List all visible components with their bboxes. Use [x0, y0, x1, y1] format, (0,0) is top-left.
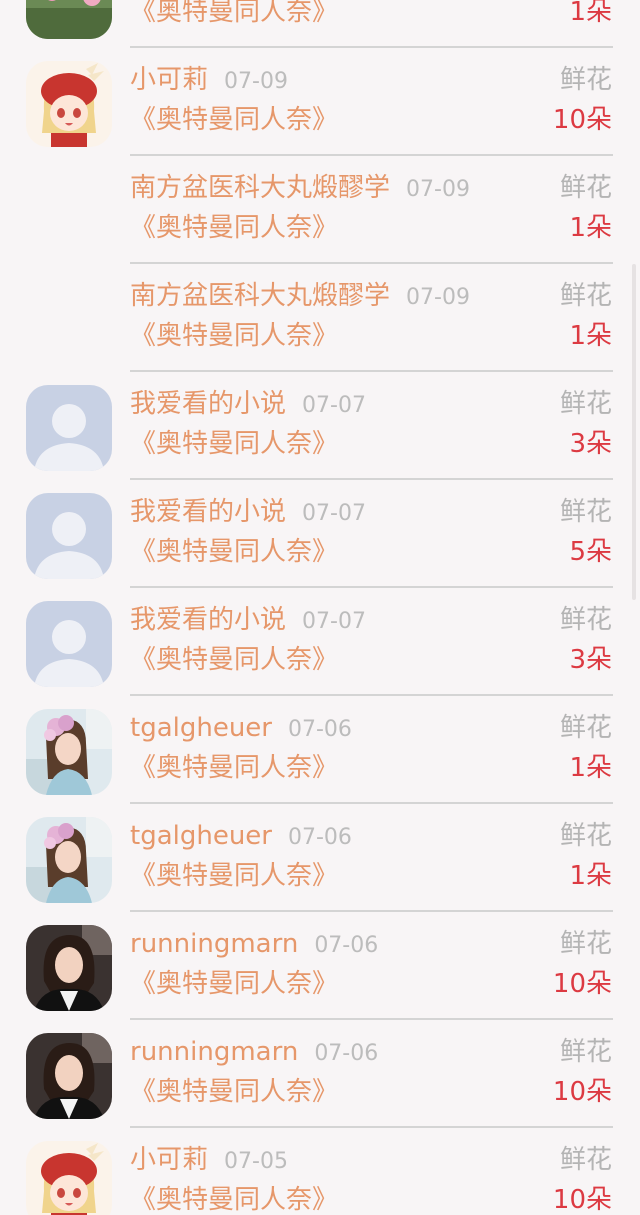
list-item[interactable]: 小可莉 07-05 鲜花《奥特曼同人奈》 10朵	[0, 1128, 640, 1215]
user-name[interactable]: 我爱看的小说 07-07	[130, 603, 366, 639]
gift-quantity: 3朵	[569, 645, 612, 675]
user-name-text[interactable]: 小可莉	[130, 65, 208, 95]
gift-quantity: 10朵	[552, 105, 612, 135]
user-name[interactable]: tgalgheuer 07-06	[130, 819, 352, 855]
user-name-text[interactable]: tgalgheuer	[130, 713, 272, 743]
list-item[interactable]: 南方盆医科大丸煅醪学 07-09 鲜花《奥特曼同人奈》 1朵	[0, 156, 640, 264]
book-title[interactable]: 《奥特曼同人奈》	[130, 211, 338, 245]
list-item[interactable]: 南方盆医科大丸煅醪学 07-09 鲜花《奥特曼同人奈》 1朵	[0, 264, 640, 372]
user-name[interactable]: runningmarn 07-06	[130, 1035, 378, 1071]
gift-date: 07-07	[302, 501, 366, 526]
user-name[interactable]: 小可莉 07-05	[130, 1143, 288, 1179]
user-name-text[interactable]: runningmarn	[130, 1037, 298, 1067]
gift-date: 07-09	[406, 285, 470, 310]
book-title[interactable]: 《奥特曼同人奈》	[130, 0, 338, 29]
gift-date: 07-06	[288, 717, 352, 742]
user-name-text[interactable]: runningmarn	[130, 929, 298, 959]
gift-type: 鲜花	[559, 929, 612, 959]
list-item[interactable]: tgalgheuer 07-06 鲜花《奥特曼同人奈》 1朵	[0, 696, 640, 804]
gift-quantity: 10朵	[552, 1077, 612, 1107]
book-title[interactable]: 《奥特曼同人奈》	[130, 535, 338, 569]
user-name[interactable]: 我爱看的小说 07-07	[130, 495, 366, 531]
avatar[interactable]	[26, 709, 112, 795]
gift-type: 鲜花	[559, 1037, 612, 1067]
book-title[interactable]: 《奥特曼同人奈》	[130, 1075, 338, 1109]
gift-quantity: 10朵	[552, 1185, 612, 1215]
avatar[interactable]	[26, 1033, 112, 1119]
gift-quantity: 5朵	[569, 537, 612, 567]
list-item[interactable]: 我爱看的小说 07-07 鲜花《奥特曼同人奈》 3朵	[0, 588, 640, 696]
gift-type: 鲜花	[559, 173, 612, 203]
user-name-text[interactable]: 南方盆医科大丸煅醪学	[130, 173, 390, 203]
gift-quantity: 1朵	[569, 213, 612, 243]
user-name-text[interactable]: 我爱看的小说	[130, 389, 286, 419]
list-item[interactable]: 《奥特曼同人奈》 1朵	[0, 0, 640, 48]
gift-date: 07-05	[224, 1149, 288, 1174]
user-name[interactable]: 南方盆医科大丸煅醪学 07-09	[130, 279, 470, 315]
gift-quantity: 1朵	[569, 0, 612, 27]
gift-date: 07-07	[302, 393, 366, 418]
list-item[interactable]: tgalgheuer 07-06 鲜花《奥特曼同人奈》 1朵	[0, 804, 640, 912]
gift-date: 07-06	[314, 1041, 379, 1066]
gift-date: 07-06	[288, 825, 352, 850]
gift-type: 鲜花	[559, 713, 612, 743]
list-item[interactable]: runningmarn 07-06 鲜花《奥特曼同人奈》 10朵	[0, 1020, 640, 1128]
gift-date: 07-09	[224, 69, 288, 94]
gift-type: 鲜花	[559, 65, 612, 95]
list-item[interactable]: 我爱看的小说 07-07 鲜花《奥特曼同人奈》 5朵	[0, 480, 640, 588]
book-title[interactable]: 《奥特曼同人奈》	[130, 859, 338, 893]
gift-type: 鲜花	[559, 389, 612, 419]
book-title[interactable]: 《奥特曼同人奈》	[130, 427, 338, 461]
user-name-text[interactable]: tgalgheuer	[130, 821, 272, 851]
list-item[interactable]: 小可莉 07-09 鲜花《奥特曼同人奈》 10朵	[0, 48, 640, 156]
avatar[interactable]	[26, 817, 112, 903]
book-title[interactable]: 《奥特曼同人奈》	[130, 103, 338, 137]
user-name[interactable]: 南方盆医科大丸煅醪学 07-09	[130, 171, 470, 207]
gift-quantity: 1朵	[569, 753, 612, 783]
gift-record-list[interactable]: 《奥特曼同人奈》 1朵 小可莉 07-09 鲜花 《奥特曼同人奈》 10朵 南方盆医科大丸煅醪…	[0, 0, 640, 1215]
gift-type: 鲜花	[559, 497, 612, 527]
scrollbar[interactable]	[632, 264, 636, 600]
gift-date: 07-09	[406, 177, 470, 202]
gift-quantity: 1朵	[569, 321, 612, 351]
user-name-text[interactable]: 我爱看的小说	[130, 497, 286, 527]
gift-type: 鲜花	[559, 281, 612, 311]
avatar[interactable]	[26, 601, 112, 687]
list-item[interactable]: 我爱看的小说 07-07 鲜花《奥特曼同人奈》 3朵	[0, 372, 640, 480]
user-name[interactable]: 小可莉 07-09	[130, 63, 288, 99]
user-name-text[interactable]: 南方盆医科大丸煅醪学	[130, 281, 390, 311]
gift-type: 鲜花	[559, 1145, 612, 1175]
avatar[interactable]	[26, 1141, 112, 1215]
book-title[interactable]: 《奥特曼同人奈》	[130, 1183, 338, 1215]
avatar[interactable]	[26, 0, 112, 39]
gift-date: 07-07	[302, 609, 366, 634]
avatar[interactable]	[26, 61, 112, 147]
avatar[interactable]	[26, 493, 112, 579]
user-name[interactable]: runningmarn 07-06	[130, 927, 378, 963]
book-title[interactable]: 《奥特曼同人奈》	[130, 967, 338, 1001]
user-name[interactable]: 我爱看的小说 07-07	[130, 387, 366, 423]
book-title[interactable]: 《奥特曼同人奈》	[130, 643, 338, 677]
gift-quantity: 3朵	[569, 429, 612, 459]
gift-quantity: 1朵	[569, 861, 612, 891]
list-item[interactable]: runningmarn 07-06 鲜花《奥特曼同人奈》 10朵	[0, 912, 640, 1020]
gift-type: 鲜花	[559, 821, 612, 851]
book-title[interactable]: 《奥特曼同人奈》	[130, 319, 338, 353]
user-name[interactable]: tgalgheuer 07-06	[130, 711, 352, 747]
flower-gift-list-screen: 《奥特曼同人奈》 1朵 小可莉 07-09 鲜花 《奥特曼同人奈》 10朵 南方盆医科大丸煅醪…	[0, 0, 640, 1215]
book-title[interactable]: 《奥特曼同人奈》	[130, 751, 338, 785]
avatar[interactable]	[26, 925, 112, 1011]
gift-type: 鲜花	[559, 605, 612, 635]
avatar[interactable]	[26, 385, 112, 471]
gift-date: 07-06	[314, 933, 379, 958]
user-name-text[interactable]: 小可莉	[130, 1145, 208, 1175]
user-name-text[interactable]: 我爱看的小说	[130, 605, 286, 635]
gift-quantity: 10朵	[552, 969, 612, 999]
